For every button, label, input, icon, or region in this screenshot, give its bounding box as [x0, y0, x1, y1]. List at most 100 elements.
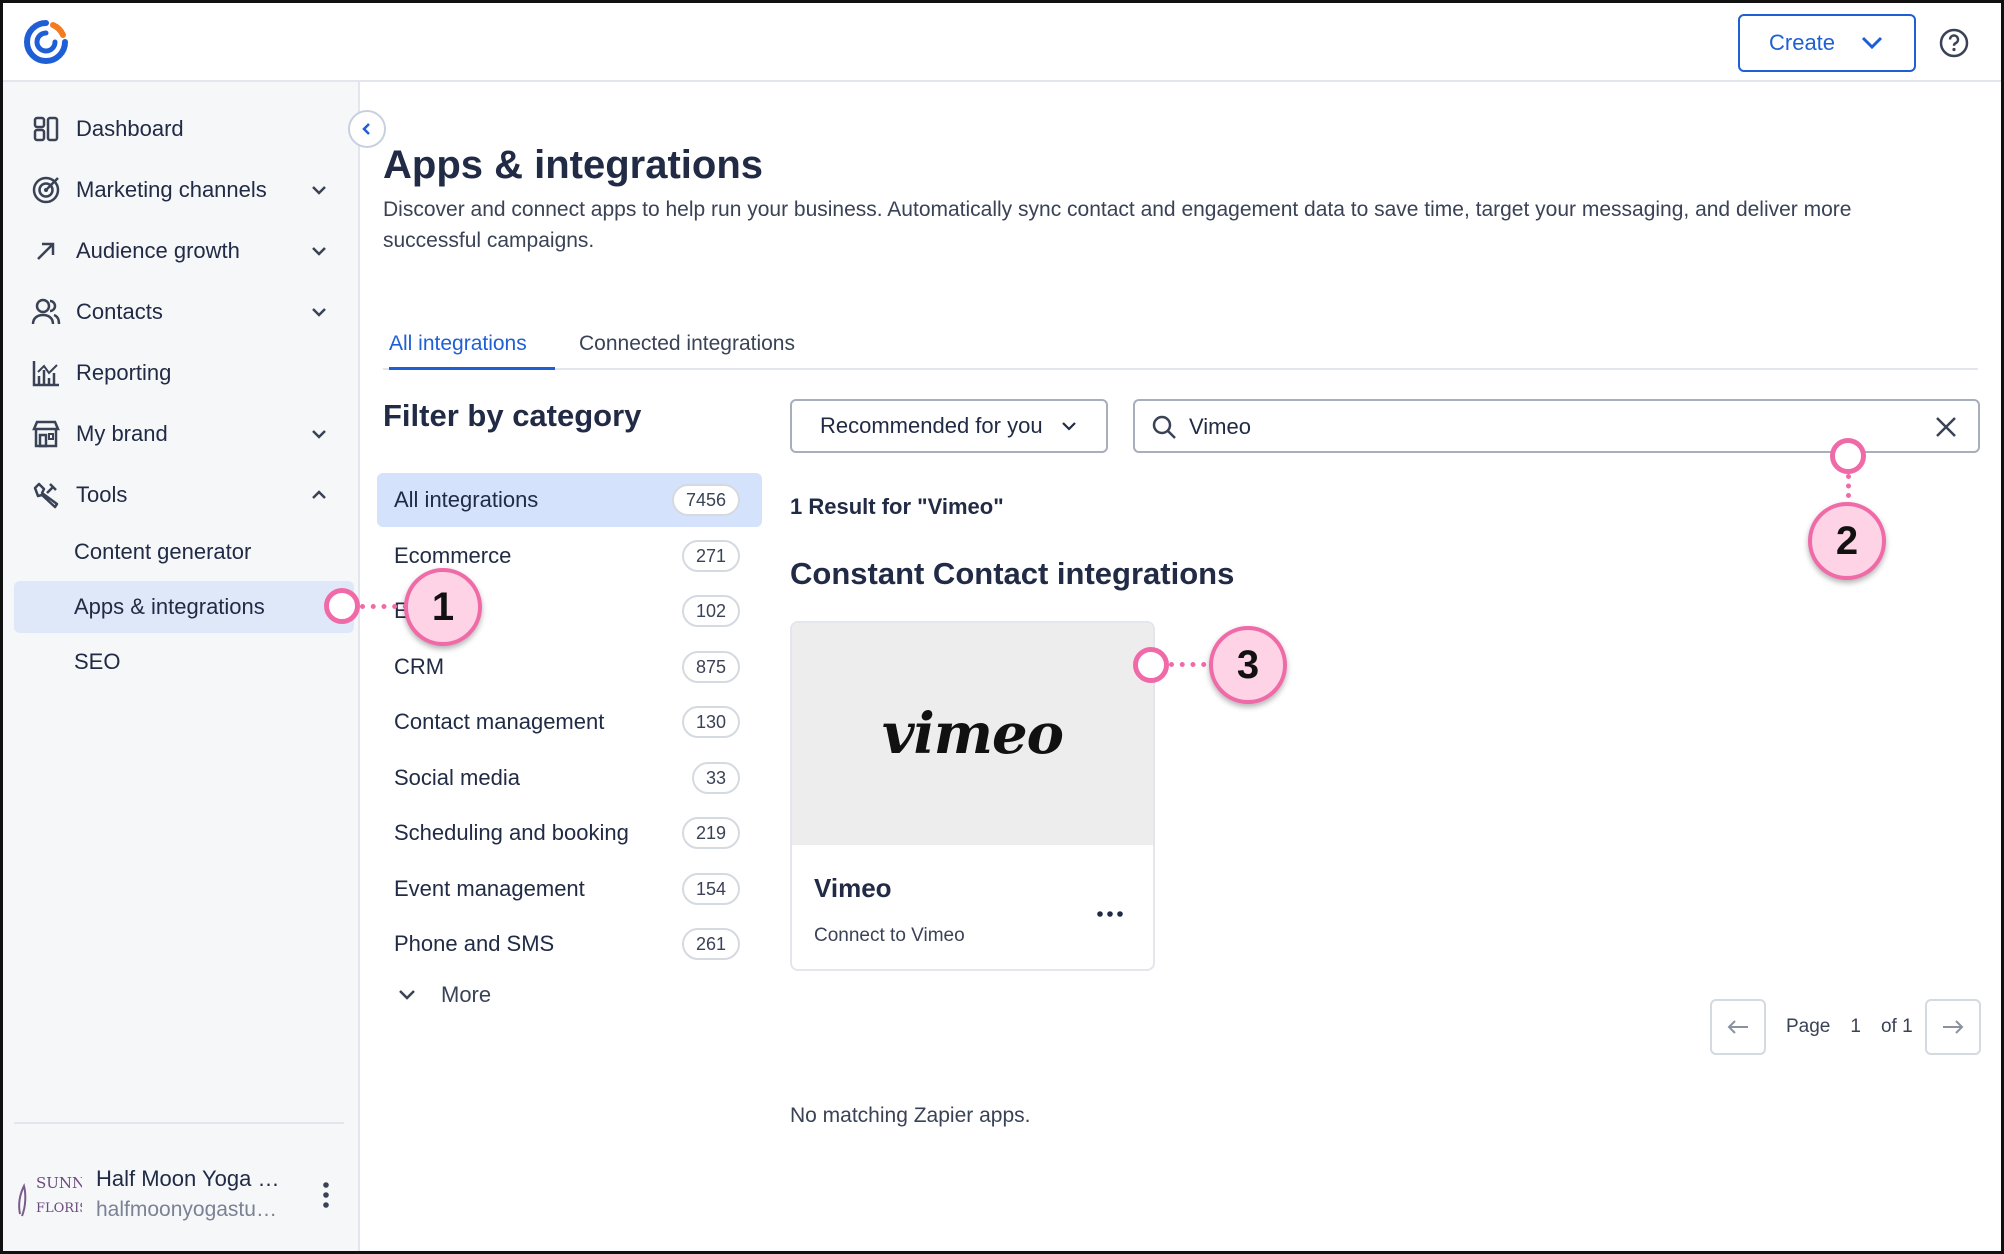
- result-count: 1 Result for "Vimeo": [790, 494, 1004, 519]
- page-description: Discover and connect apps to help run yo…: [383, 198, 1852, 252]
- callout-line-1: [360, 604, 408, 609]
- page-number: 1: [1850, 1016, 1861, 1037]
- callout-badge-3: 3: [1209, 626, 1287, 704]
- sidebar-item-label: Contacts: [76, 299, 163, 324]
- category-count: 102: [681, 595, 740, 627]
- target-icon: [30, 174, 62, 206]
- arrow-right-icon: [1942, 1020, 1964, 1034]
- sidebar-item-label: Marketing channels: [76, 177, 267, 202]
- category-item[interactable]: Scheduling and booking 219: [377, 806, 762, 860]
- sidebar-item-reporting[interactable]: Reporting: [14, 345, 344, 401]
- svg-text:SUNNY'S: SUNNY'S: [36, 1174, 82, 1192]
- tab-all-integrations[interactable]: All integrations: [389, 332, 555, 370]
- prev-page-button[interactable]: [1710, 999, 1766, 1055]
- account-email: halfmoonyogastu…: [96, 1198, 277, 1221]
- sidebar-item-contacts[interactable]: Contacts: [14, 284, 344, 340]
- sidebar-subitem-apps-integrations[interactable]: Apps & integrations: [14, 581, 354, 633]
- dashboard-icon: [30, 113, 62, 145]
- category-item[interactable]: CRM 875: [377, 640, 762, 694]
- sidebar-item-label: Reporting: [76, 360, 172, 385]
- kebab-menu-icon[interactable]: [320, 1180, 332, 1210]
- next-page-button[interactable]: [1924, 999, 1981, 1055]
- sort-dropdown[interactable]: Recommended for you: [790, 399, 1108, 453]
- arrow-left-icon: [1727, 1020, 1748, 1034]
- chevron-down-icon: [312, 186, 326, 195]
- account-logo: SUNNY'S FLORIST: [18, 1174, 82, 1217]
- callout-dot-3: [1133, 647, 1169, 683]
- callout-dot-2: [1830, 438, 1866, 474]
- chevron-down-icon: [312, 430, 326, 439]
- sidebar-subitem-seo[interactable]: SEO: [14, 636, 354, 688]
- store-icon: [30, 418, 62, 450]
- chevron-left-icon: [362, 123, 370, 135]
- collapse-sidebar-button[interactable]: [348, 110, 386, 148]
- sidebar-subitem-label: Content generator: [74, 539, 252, 564]
- chevron-down-icon: [312, 247, 326, 256]
- category-item[interactable]: Social media 33: [377, 751, 762, 805]
- more-options-icon[interactable]: [1095, 907, 1125, 921]
- arrow-up-right-icon: [30, 235, 62, 267]
- top-bar: Create: [3, 3, 2001, 82]
- category-count: 130: [681, 706, 740, 738]
- callout-badge-1: 1: [404, 568, 482, 646]
- sidebar-item-my-brand[interactable]: My brand: [14, 406, 344, 462]
- sidebar-item-audience-growth[interactable]: Audience growth: [14, 223, 344, 279]
- sidebar-item-tools[interactable]: Tools: [14, 467, 344, 523]
- no-match-message: No matching Zapier apps.: [790, 1104, 1031, 1127]
- sidebar-item-dashboard[interactable]: Dashboard: [14, 101, 344, 157]
- category-item[interactable]: All integrations 7456: [377, 473, 762, 527]
- chevron-down-icon: [1061, 422, 1076, 431]
- close-icon[interactable]: [1934, 415, 1958, 439]
- chevron-down-icon: [1861, 36, 1883, 50]
- integration-logo-area: vimeo: [792, 623, 1153, 845]
- category-count: 154: [681, 873, 740, 905]
- chevron-up-icon: [312, 490, 326, 499]
- category-item[interactable]: Contact management 130: [377, 695, 762, 749]
- callout-badge-2: 2: [1808, 502, 1886, 580]
- category-count: 7456: [671, 484, 740, 516]
- account-name: Half Moon Yoga …: [96, 1166, 280, 1191]
- tab-bar: All integrations Connected integrations: [383, 320, 1978, 370]
- help-circle-icon[interactable]: [1939, 28, 1969, 58]
- sidebar-item-label: Tools: [76, 482, 128, 507]
- category-count: 219: [681, 817, 740, 849]
- sidebar-subitem-label: Apps & integrations: [74, 594, 265, 619]
- search-icon: [1152, 415, 1176, 439]
- category-count: 875: [681, 651, 740, 683]
- section-title: Constant Contact integrations: [790, 556, 1235, 591]
- page-title: Apps & integrations: [383, 143, 764, 187]
- category-count: 261: [681, 928, 740, 960]
- category-item[interactable]: Event management 154: [377, 862, 762, 916]
- category-count: 33: [691, 762, 740, 794]
- people-icon: [30, 296, 62, 328]
- sidebar-item-marketing-channels[interactable]: Marketing channels: [14, 162, 344, 218]
- category-item[interactable]: Phone and SMS 261: [377, 917, 762, 971]
- sidebar-item-label: My brand: [76, 421, 168, 446]
- chart-icon: [30, 357, 62, 389]
- integration-card[interactable]: vimeo Vimeo Connect to Vimeo: [790, 621, 1155, 971]
- create-button[interactable]: Create: [1738, 14, 1916, 72]
- page-total: of 1: [1880, 1016, 1913, 1037]
- page-label: Page: [1786, 1016, 1831, 1037]
- vimeo-logo: vimeo: [881, 701, 1064, 767]
- sidebar-subitem-content-generator[interactable]: Content generator: [14, 526, 354, 578]
- more-categories-button[interactable]: More: [397, 982, 491, 1008]
- integration-action[interactable]: Connect to Vimeo: [814, 925, 965, 947]
- pagination: Page 1 of 1: [1710, 999, 1981, 1055]
- chevron-down-icon: [312, 308, 326, 317]
- integration-name: Vimeo: [814, 873, 892, 903]
- account-switcher[interactable]: SUNNY'S FLORIST Half Moon Yoga … halfmoo…: [14, 1122, 344, 1232]
- sidebar-subitem-label: SEO: [74, 649, 121, 674]
- search-input[interactable]: [1189, 411, 1889, 443]
- create-button-label: Create: [1769, 30, 1836, 55]
- chevron-down-icon: [399, 990, 415, 1000]
- constant-contact-logo[interactable]: [23, 19, 69, 65]
- sidebar-item-label: Audience growth: [76, 238, 240, 263]
- sidebar-item-label: Dashboard: [76, 116, 184, 141]
- callout-dot-1: [324, 588, 360, 624]
- tab-connected-integrations[interactable]: Connected integrations: [579, 332, 795, 370]
- svg-text:FLORIST: FLORIST: [36, 1201, 82, 1216]
- sidebar-nav: Dashboard Marketing channels Audience gr…: [0, 79, 357, 1251]
- sort-dropdown-value: Recommended for you: [820, 413, 1043, 438]
- filter-title: Filter by category: [383, 398, 642, 433]
